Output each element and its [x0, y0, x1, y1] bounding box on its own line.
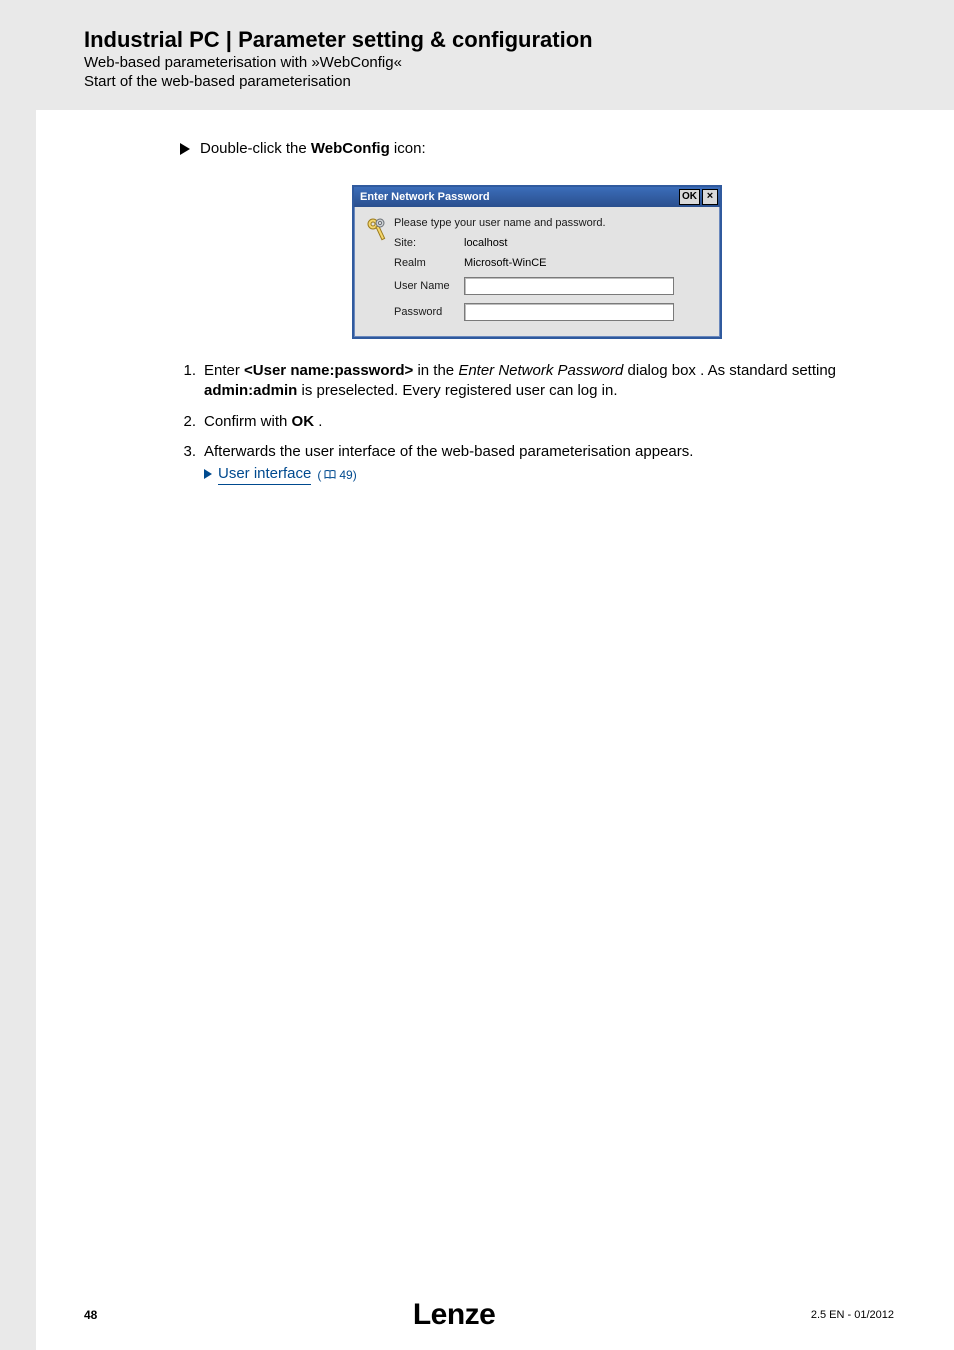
label-realm: Realm — [394, 257, 464, 269]
network-password-dialog: Enter Network Password OK × — [352, 185, 722, 339]
page-footer: 48 Lenze 2.5 EN - 01/2012 — [36, 1280, 954, 1350]
page-subtitle-1: Web-based parameterisation with »WebConf… — [84, 54, 954, 71]
step-number: 3. — [180, 442, 196, 486]
step-text: Confirm with OK . — [204, 412, 894, 432]
page-subtitle-2: Start of the web-based parameterisation — [84, 73, 954, 90]
dialog-title-text: Enter Network Password — [360, 191, 490, 203]
keys-icon — [366, 217, 390, 245]
password-input[interactable] — [464, 303, 674, 321]
label-username: User Name — [394, 280, 464, 292]
page-title: Industrial PC | Parameter setting & conf… — [84, 28, 954, 52]
label-password: Password — [394, 306, 464, 318]
label-site: Site: — [394, 237, 464, 249]
step-text: Afterwards the user interface of the web… — [204, 442, 894, 486]
dialog-titlebar: Enter Network Password OK × — [354, 187, 720, 207]
username-input[interactable] — [464, 277, 674, 295]
left-margin-bar — [0, 0, 36, 1350]
doc-meta: 2.5 EN - 01/2012 — [811, 1309, 894, 1321]
dialog-ok-button[interactable]: OK — [679, 189, 700, 205]
value-site: localhost — [464, 237, 708, 249]
instruction-list: 1. Enter <User name:password> in the Ent… — [180, 361, 894, 485]
value-realm: Microsoft-WinCE — [464, 257, 708, 269]
step-number: 2. — [180, 412, 196, 432]
page-number: 48 — [84, 1308, 97, 1322]
page-header: Industrial PC | Parameter setting & conf… — [36, 0, 954, 110]
dialog-close-button[interactable]: × — [702, 189, 718, 205]
step-number: 1. — [180, 361, 196, 402]
dialog-prompt: Please type your user name and password. — [394, 217, 708, 229]
triangle-right-icon — [180, 143, 190, 155]
step-3: 3. Afterwards the user interface of the … — [180, 442, 894, 486]
lead-text: Double-click the WebConfig icon: — [200, 140, 426, 157]
step-text: Enter <User name:password> in the Enter … — [204, 361, 894, 402]
step-2: 2. Confirm with OK . — [180, 412, 894, 432]
brand-logo: Lenze — [413, 1298, 496, 1332]
book-icon — [324, 470, 336, 480]
lead-instruction: Double-click the WebConfig icon: — [180, 140, 894, 157]
page-reference: ( 49) — [317, 467, 356, 483]
step-1: 1. Enter <User name:password> in the Ent… — [180, 361, 894, 402]
user-interface-link[interactable]: User interface — [218, 464, 311, 485]
triangle-right-small-icon — [204, 465, 212, 485]
